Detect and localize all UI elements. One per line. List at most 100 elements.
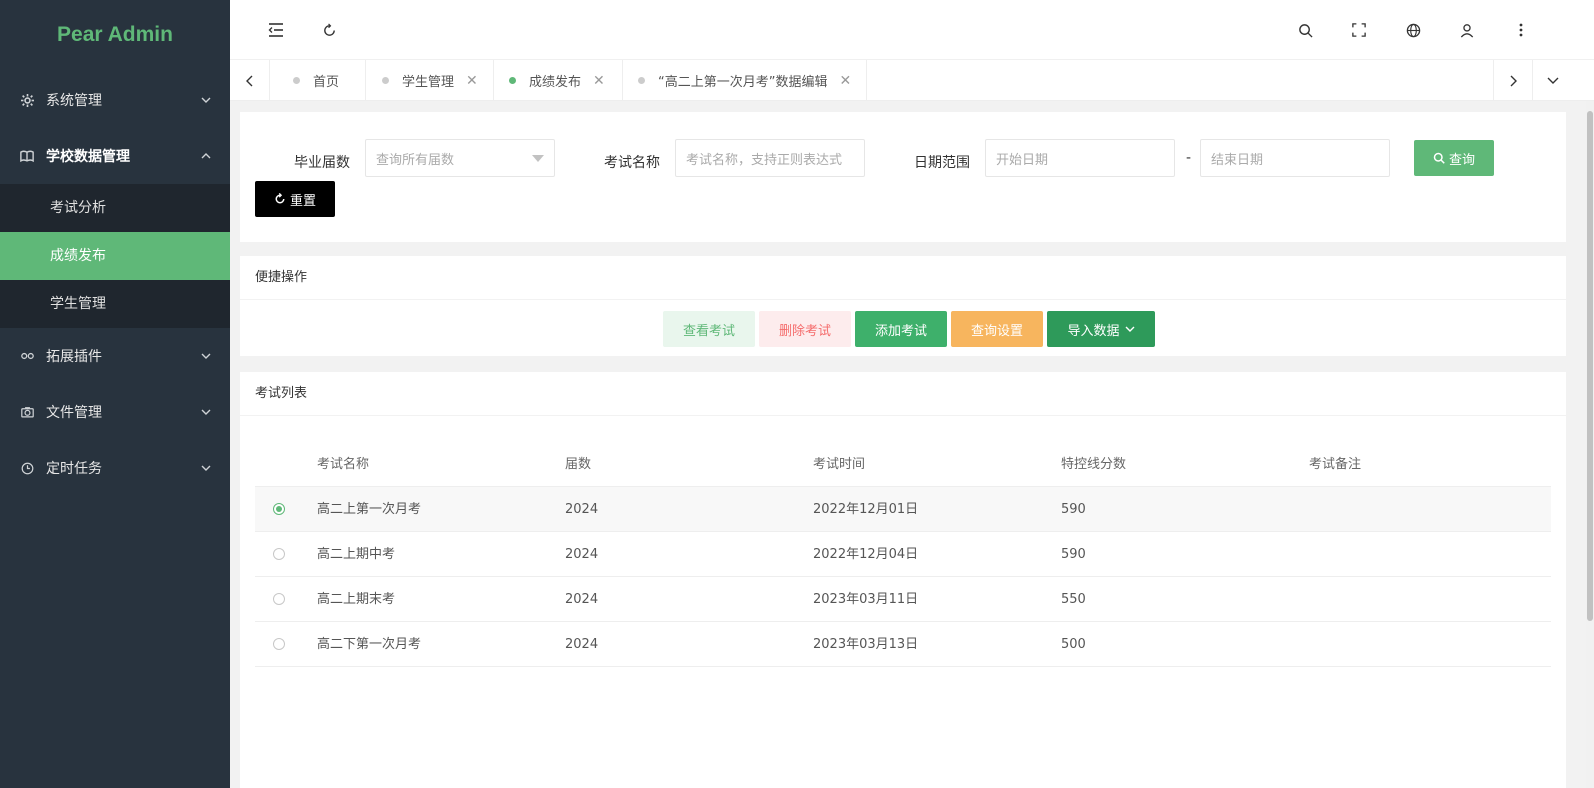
table-header: 考试名称 届数 考试时间 特控线分数 考试备注 (255, 442, 1551, 487)
cutoff-score-cell: 550 (1061, 592, 1086, 607)
table-row[interactable]: 高二上第一次月考 2024 2022年12月01日 590 (255, 487, 1551, 532)
date-separator: - (1186, 150, 1192, 166)
grade-cell: 2024 (565, 547, 599, 562)
sidebar-item-label: 定时任务 (46, 461, 102, 477)
reset-button[interactable]: 重置 (255, 181, 335, 217)
sidebar-subitem-score-publish[interactable]: 成绩发布 (0, 232, 230, 280)
close-icon[interactable]: ✕ (466, 73, 478, 89)
fullscreen-icon[interactable] (1347, 18, 1371, 42)
tab-label: 学生管理 (402, 75, 455, 90)
sidebar-item-system[interactable]: 系统管理 (0, 72, 230, 128)
row-radio[interactable] (273, 593, 285, 605)
tab-menu-icon[interactable] (1533, 60, 1573, 101)
query-button-label: 查询 (1448, 152, 1475, 168)
view-exam-button[interactable]: 查看考试 (663, 311, 755, 347)
chevron-down-icon (1125, 326, 1134, 332)
book-icon (20, 149, 34, 163)
start-date-placeholder: 开始日期 (996, 152, 1049, 168)
camera-icon (20, 405, 34, 419)
search-form-card: 毕业届数 查询所有届数 考试名称 考试名称，支持正则表达式 日期范围 开始日期 … (240, 112, 1566, 242)
grade-cell: 2024 (565, 637, 599, 652)
add-exam-button[interactable]: 添加考试 (855, 311, 947, 347)
exam-name-cell: 高二下第一次月考 (317, 637, 422, 652)
delete-exam-button[interactable]: 删除考试 (759, 311, 851, 347)
sidebar-item-label: 学校数据管理 (46, 149, 130, 165)
column-header-exam-date: 考试时间 (813, 457, 866, 472)
row-radio[interactable] (273, 638, 285, 650)
search-icon[interactable] (1293, 18, 1317, 42)
grade-cell: 2024 (565, 502, 599, 517)
table-row[interactable]: 高二上期中考 2024 2022年12月04日 590 (255, 532, 1551, 577)
end-date-input[interactable]: 结束日期 (1200, 139, 1390, 177)
tab-home[interactable]: 首页 (271, 60, 366, 101)
chevron-down-icon (200, 350, 212, 362)
refresh-icon[interactable] (317, 18, 341, 42)
search-icon (1433, 152, 1445, 164)
sidebar-item-plugins[interactable]: 拓展插件 (0, 328, 230, 384)
column-header-grade: 届数 (565, 457, 592, 472)
row-radio[interactable] (273, 503, 285, 515)
grade-select-placeholder: 查询所有届数 (376, 152, 455, 168)
row-radio[interactable] (273, 548, 285, 560)
tab-status-dot (509, 77, 516, 84)
sidebar-subitem-exam-analysis[interactable]: 考试分析 (0, 184, 230, 232)
grade-cell: 2024 (565, 592, 599, 607)
tab-label: “高二上第一次月考”数据编辑 (658, 75, 828, 90)
quick-actions-card: 便捷操作 查看考试 删除考试 添加考试 查询设置 导入数据 (240, 256, 1566, 356)
exam-date-cell: 2023年03月13日 (813, 637, 919, 652)
tab-bar: 首页 学生管理 ✕ 成绩发布 ✕ “高二上第一次月考”数据编辑 ✕ (230, 60, 1594, 101)
sidebar-item-label: 系统管理 (46, 93, 102, 109)
grade-label: 毕业届数 (294, 155, 350, 171)
exam-list-card: 考试列表 考试名称 届数 考试时间 特控线分数 考试备注 高二上第一次月考 20… (240, 372, 1566, 788)
table-row[interactable]: 高二上期末考 2024 2023年03月11日 550 (255, 577, 1551, 622)
start-date-input[interactable]: 开始日期 (985, 139, 1175, 177)
collapse-menu-icon[interactable] (264, 18, 288, 42)
close-icon[interactable]: ✕ (593, 73, 605, 89)
page-scrollbar[interactable] (1586, 101, 1594, 788)
tab-status-dot (293, 77, 300, 84)
end-date-placeholder: 结束日期 (1211, 152, 1264, 168)
tab-scroll-right-icon[interactable] (1493, 60, 1533, 101)
date-range-label: 日期范围 (914, 155, 970, 171)
exam-name-cell: 高二上第一次月考 (317, 502, 422, 517)
column-header-exam-name: 考试名称 (317, 457, 370, 472)
tab-score-publish[interactable]: 成绩发布 ✕ (494, 60, 623, 101)
exam-name-cell: 高二上期末考 (317, 592, 396, 607)
sidebar-item-school-data[interactable]: 学校数据管理 (0, 128, 230, 184)
sidebar-subitem-student-management[interactable]: 学生管理 (0, 280, 230, 328)
cutoff-score-cell: 500 (1061, 637, 1086, 652)
close-icon[interactable]: ✕ (839, 73, 851, 89)
plugin-icon (20, 349, 34, 363)
query-button[interactable]: 查询 (1414, 140, 1494, 176)
exam-date-cell: 2023年03月11日 (813, 592, 919, 607)
tab-scroll-left-icon[interactable] (230, 60, 270, 101)
tab-status-dot (382, 77, 389, 84)
reset-button-label: 重置 (289, 193, 316, 209)
clock-icon (20, 461, 34, 475)
chevron-down-icon (200, 94, 212, 106)
user-icon[interactable] (1455, 18, 1479, 42)
chevron-down-icon (200, 406, 212, 418)
query-settings-button[interactable]: 查询设置 (951, 311, 1043, 347)
exam-date-cell: 2022年12月04日 (813, 547, 919, 562)
sidebar-item-label: 拓展插件 (46, 349, 102, 365)
app-logo[interactable]: Pear Admin (0, 0, 230, 70)
tab-student-management[interactable]: 学生管理 ✕ (366, 60, 494, 101)
grade-select[interactable]: 查询所有届数 (365, 139, 555, 177)
tab-exam-data-edit[interactable]: “高二上第一次月考”数据编辑 ✕ (623, 60, 867, 101)
globe-icon[interactable] (1401, 18, 1425, 42)
import-data-button[interactable]: 导入数据 (1047, 311, 1155, 347)
scrollbar-thumb[interactable] (1587, 111, 1593, 621)
more-vertical-icon[interactable] (1509, 18, 1533, 42)
sidebar-item-scheduled-tasks[interactable]: 定时任务 (0, 440, 230, 496)
exam-name-label: 考试名称 (604, 155, 660, 171)
import-data-label: 导入数据 (1067, 323, 1120, 339)
table-row[interactable]: 高二下第一次月考 2024 2023年03月13日 500 (255, 622, 1551, 667)
cutoff-score-cell: 590 (1061, 502, 1086, 517)
tab-label: 首页 (313, 75, 340, 90)
exam-list-title: 考试列表 (240, 372, 1566, 416)
exam-name-cell: 高二上期中考 (317, 547, 396, 562)
sidebar-item-files[interactable]: 文件管理 (0, 384, 230, 440)
exam-name-input[interactable]: 考试名称，支持正则表达式 (675, 139, 865, 177)
chevron-up-icon (200, 150, 212, 162)
